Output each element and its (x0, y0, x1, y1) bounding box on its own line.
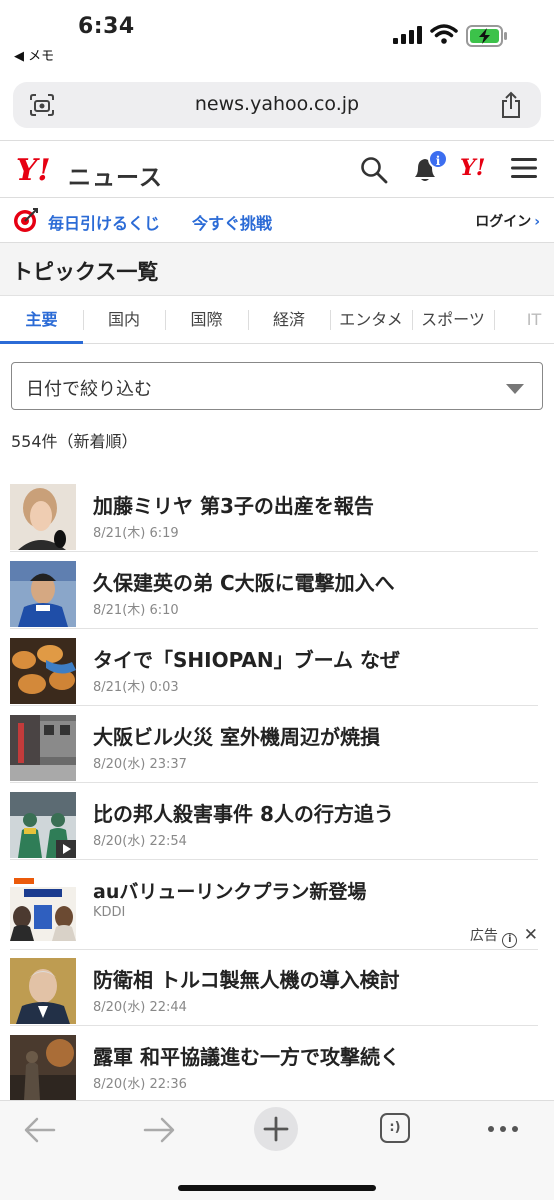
ad-item[interactable]: auバリューリンクプラン新登場 KDDI 広告 i ✕ (10, 865, 538, 950)
ad-thumbnail (10, 875, 76, 941)
battery-charging-icon (466, 25, 507, 47)
tab-main[interactable]: 主要 (0, 296, 83, 344)
topics-header: トピックス一覧 (0, 243, 554, 296)
ad-sponsor: KDDI (93, 905, 126, 920)
login-label[interactable]: ログイン (475, 214, 531, 230)
article-title[interactable]: 比の邦人殺害事件 8人の行方追う (93, 798, 394, 827)
article-date: 8/20(水) 22:36 (93, 1077, 187, 1092)
article-thumbnail (10, 561, 76, 627)
cellular-signal-icon (393, 26, 422, 44)
close-icon[interactable]: ✕ (524, 925, 538, 945)
result-count: 554件（新着順） (11, 432, 138, 451)
article-item[interactable]: 露軍 和平協議進む一方で攻撃続く 8/20(水) 22:36 (10, 1031, 538, 1103)
article-thumbnail (10, 638, 76, 704)
new-tab-button[interactable] (254, 1107, 298, 1151)
promo-banner[interactable]: 毎日引けるくじ 今すぐ挑戦 ログイン › (0, 198, 554, 243)
promo-cta-link[interactable]: 今すぐ挑戦 (192, 210, 272, 234)
ad-title[interactable]: auバリューリンクプラン新登場 (93, 877, 366, 904)
home-indicator (178, 1185, 376, 1191)
chevron-right-icon: › (534, 214, 540, 230)
back-arrow-icon[interactable] (24, 1117, 56, 1143)
caret-down-icon (506, 384, 524, 394)
tab-domestic[interactable]: 国内 (83, 296, 165, 344)
tab-sports[interactable]: スポーツ (412, 296, 494, 344)
tab-economy[interactable]: 経済 (248, 296, 330, 344)
news-logo-text[interactable]: ニュース (68, 158, 163, 192)
category-tabs: 主要 国内 国際 経済 エンタメ スポーツ IT (0, 296, 554, 344)
status-time: 6:34 (78, 14, 135, 39)
article-title[interactable]: 大阪ビル火災 室外機周辺が焼損 (93, 721, 380, 750)
tab-entertainment[interactable]: エンタメ (330, 296, 412, 344)
yahoo-logo[interactable]: Y! (16, 153, 51, 188)
notification-badge: i (428, 149, 448, 169)
ad-label: 広告 i ✕ (470, 925, 538, 948)
article-title[interactable]: 加藤ミリヤ 第3子の出産を報告 (93, 490, 374, 519)
login-link[interactable]: ログイン › (475, 211, 540, 231)
article-date: 8/20(水) 22:54 (93, 834, 187, 849)
yahoo-top-link[interactable]: Y! (460, 155, 485, 181)
page-title: トピックス一覧 (12, 260, 159, 284)
hamburger-menu-icon[interactable] (511, 157, 537, 179)
article-item[interactable]: タイで「SHIOPAN」ブーム なぜ 8/21(木) 0:03 (10, 634, 538, 706)
article-item[interactable]: 久保建英の弟 C大阪に電撃加入へ 8/21(木) 6:10 (10, 557, 538, 629)
article-thumbnail (10, 1035, 76, 1101)
article-item[interactable]: 加藤ミリヤ 第3子の出産を報告 8/21(木) 6:19 (10, 480, 538, 552)
article-title[interactable]: 久保建英の弟 C大阪に電撃加入へ (93, 567, 395, 596)
article-title[interactable]: 防衛相 トルコ製無人機の導入検討 (93, 964, 400, 993)
search-icon[interactable] (360, 156, 388, 184)
back-to-app-link[interactable]: ◀ メモ (14, 45, 54, 64)
plus-icon (263, 1116, 289, 1142)
wifi-icon (430, 24, 458, 44)
browser-toolbar: :) (0, 1100, 554, 1200)
article-thumbnail (10, 484, 76, 550)
article-title[interactable]: 露軍 和平協議進む一方で攻撃続く (93, 1041, 400, 1070)
video-play-icon (56, 840, 76, 858)
date-filter-select[interactable]: 日付で絞り込む (11, 362, 543, 410)
share-icon[interactable] (499, 91, 523, 119)
article-date: 8/21(木) 6:10 (93, 603, 179, 618)
url-text[interactable]: news.yahoo.co.jp (13, 93, 541, 115)
article-date: 8/20(水) 23:37 (93, 757, 187, 772)
ad-label-text: 広告 (469, 928, 498, 944)
article-date: 8/21(木) 6:19 (93, 526, 179, 541)
status-bar: 6:34 ◀ メモ (0, 0, 554, 74)
tabs-button-label: :) (389, 1120, 401, 1135)
date-filter-label[interactable]: 日付で絞り込む (26, 375, 152, 401)
article-date: 8/21(木) 0:03 (93, 680, 179, 695)
forward-arrow-icon[interactable] (143, 1117, 175, 1143)
tab-world[interactable]: 国際 (165, 296, 248, 344)
tab-it[interactable]: IT (494, 296, 554, 344)
address-bar[interactable]: news.yahoo.co.jp (13, 82, 541, 128)
article-date: 8/20(水) 22:44 (93, 1000, 187, 1015)
article-thumbnail (10, 715, 76, 781)
article-thumbnail (10, 958, 76, 1024)
article-item[interactable]: 比の邦人殺害事件 8人の行方追う 8/20(水) 22:54 (10, 788, 538, 860)
article-item[interactable]: 防衛相 トルコ製無人機の導入検討 8/20(水) 22:44 (10, 954, 538, 1026)
article-item[interactable]: 大阪ビル火災 室外機周辺が焼損 8/20(水) 23:37 (10, 711, 538, 783)
tabs-button[interactable]: :) (380, 1113, 410, 1143)
site-header: Y! ニュース i Y! (0, 140, 554, 198)
target-icon (14, 208, 38, 232)
info-icon[interactable]: i (502, 933, 518, 948)
more-options-icon[interactable] (487, 1125, 519, 1133)
promo-text[interactable]: 毎日引けるくじ (48, 210, 160, 234)
article-title[interactable]: タイで「SHIOPAN」ブーム なぜ (93, 644, 400, 673)
